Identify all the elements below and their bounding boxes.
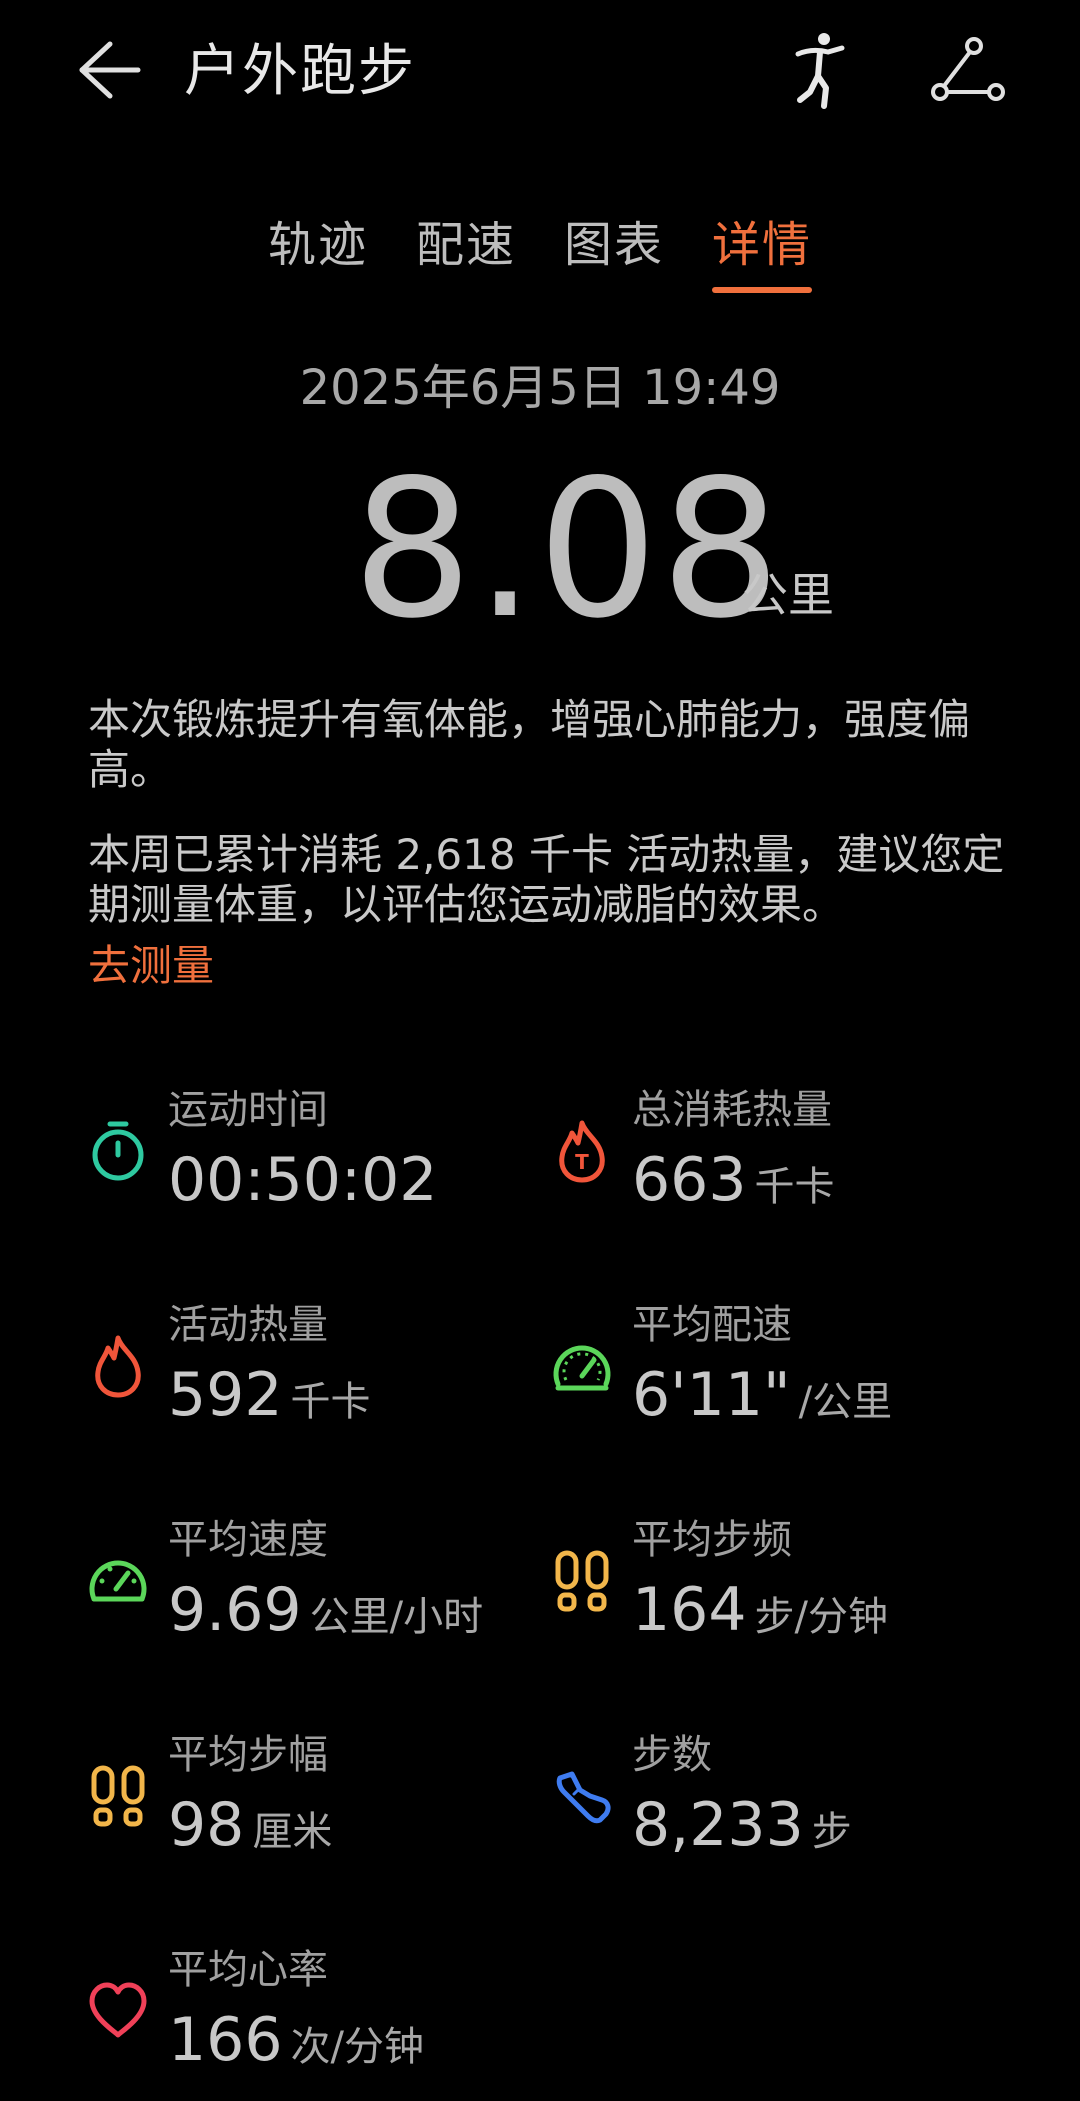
stat-average-speed: 平均速度 9.69 公里/小时 xyxy=(86,1515,546,1645)
go-measure-link[interactable]: 去测量 xyxy=(88,938,214,994)
page-title: 户外跑步 xyxy=(184,39,416,104)
stat-unit: 千卡 xyxy=(754,1164,835,1210)
stat-total-calories: T 总消耗热量 663 千卡 xyxy=(550,1085,1010,1215)
stat-label: 总消耗热量 xyxy=(632,1087,832,1133)
back-icon[interactable] xyxy=(74,38,144,102)
tab-pace[interactable]: 配速 xyxy=(416,205,516,285)
stat-label: 活动热量 xyxy=(168,1302,328,1348)
heart-icon xyxy=(89,1982,147,2038)
stat-unit: 步 xyxy=(811,1809,852,1855)
stat-label: 平均步频 xyxy=(632,1517,792,1563)
stat-value: 98 xyxy=(168,1790,245,1860)
stat-steps: 步数 8,233 步 xyxy=(550,1730,1010,1860)
stat-unit: 公里/小时 xyxy=(309,1594,484,1640)
route-icon[interactable] xyxy=(930,36,1006,104)
shoe-icon xyxy=(556,1771,611,1824)
stat-value: 9.69 xyxy=(168,1575,302,1645)
stat-value-line: 663 千卡 xyxy=(632,1145,835,1215)
stat-unit: 厘米 xyxy=(252,1809,333,1855)
stat-value-line: 592 千卡 xyxy=(168,1360,371,1430)
tab-details[interactable]: 详情 xyxy=(712,205,813,293)
flame-icon xyxy=(95,1335,141,1398)
stat-exercise-time: 运动时间 00:50:02 xyxy=(86,1085,546,1215)
total-flame-icon: T xyxy=(559,1120,605,1183)
stat-label: 运动时间 xyxy=(168,1087,328,1133)
stat-average-cadence: 平均步频 164 步/分钟 xyxy=(550,1515,1010,1645)
stat-label: 步数 xyxy=(632,1732,712,1778)
runner-icon[interactable] xyxy=(790,30,850,110)
stat-average-heart-rate: 平均心率 166 次/分钟 xyxy=(86,1945,546,2075)
tab-track[interactable]: 轨迹 xyxy=(268,205,368,285)
stat-value-line: 00:50:02 xyxy=(168,1145,437,1215)
stat-value: 6'11" xyxy=(632,1360,791,1430)
stat-value-line: 6'11"/公里 xyxy=(632,1360,892,1430)
stat-active-calories: 活动热量 592 千卡 xyxy=(86,1300,546,1430)
stat-label: 平均速度 xyxy=(168,1517,328,1563)
distance-unit: 公里 xyxy=(742,568,834,622)
workout-datetime: 2025年6月5日 19:49 xyxy=(299,360,781,416)
stat-unit: /公里 xyxy=(798,1379,893,1425)
stat-value-line: 9.69 公里/小时 xyxy=(168,1575,483,1645)
stat-value: 166 xyxy=(168,2005,283,2075)
stat-value-line: 164 步/分钟 xyxy=(632,1575,888,1645)
tab-details-label: 详情 xyxy=(712,217,813,273)
stat-value: 00:50:02 xyxy=(168,1145,438,1215)
training-effect-text: 本次锻炼提升有氧体能，增强心肺能力，强度偏高。 xyxy=(88,695,971,794)
stat-label: 平均配速 xyxy=(632,1302,792,1348)
stat-value: 663 xyxy=(632,1145,747,1215)
stat-value: 8,233 xyxy=(632,1790,804,1860)
stat-average-pace: 平均配速 6'11"/公里 xyxy=(550,1300,1010,1430)
footprints-icon xyxy=(555,1550,609,1612)
stat-average-stride: 平均步幅 98 厘米 xyxy=(86,1730,546,1860)
stat-value-line: 166 次/分钟 xyxy=(168,2005,424,2075)
stat-value: 164 xyxy=(632,1575,747,1645)
stat-label: 平均步幅 xyxy=(168,1732,328,1778)
footprints-icon xyxy=(91,1765,145,1827)
stat-unit: 步/分钟 xyxy=(754,1594,889,1640)
stat-unit: 次/分钟 xyxy=(290,2024,425,2070)
weekly-calories-text: 本周已累计消耗 2,618 千卡 活动热量，建议您定期测量体重，以评估您运动减脂… xyxy=(88,830,1005,929)
stat-value-line: 98 厘米 xyxy=(168,1790,332,1860)
stat-value-line: 8,233 步 xyxy=(632,1790,852,1860)
active-tab-indicator xyxy=(712,287,813,293)
top-app-bar: 户外跑步 xyxy=(0,0,1080,150)
stat-unit: 千卡 xyxy=(290,1379,371,1425)
tab-chart[interactable]: 图表 xyxy=(564,205,664,285)
distance-value: 8.08 xyxy=(352,439,784,660)
tab-bar: 轨迹 配速 图表 详情 xyxy=(0,205,1080,295)
stat-label: 平均心率 xyxy=(168,1947,328,1993)
distance-summary: 8.08 公里 xyxy=(0,450,1080,650)
speedometer-icon xyxy=(553,1345,611,1391)
stat-value: 592 xyxy=(168,1360,283,1430)
gauge-icon xyxy=(89,1560,147,1602)
stopwatch-icon xyxy=(92,1121,144,1181)
svg-text:T: T xyxy=(575,1150,589,1174)
